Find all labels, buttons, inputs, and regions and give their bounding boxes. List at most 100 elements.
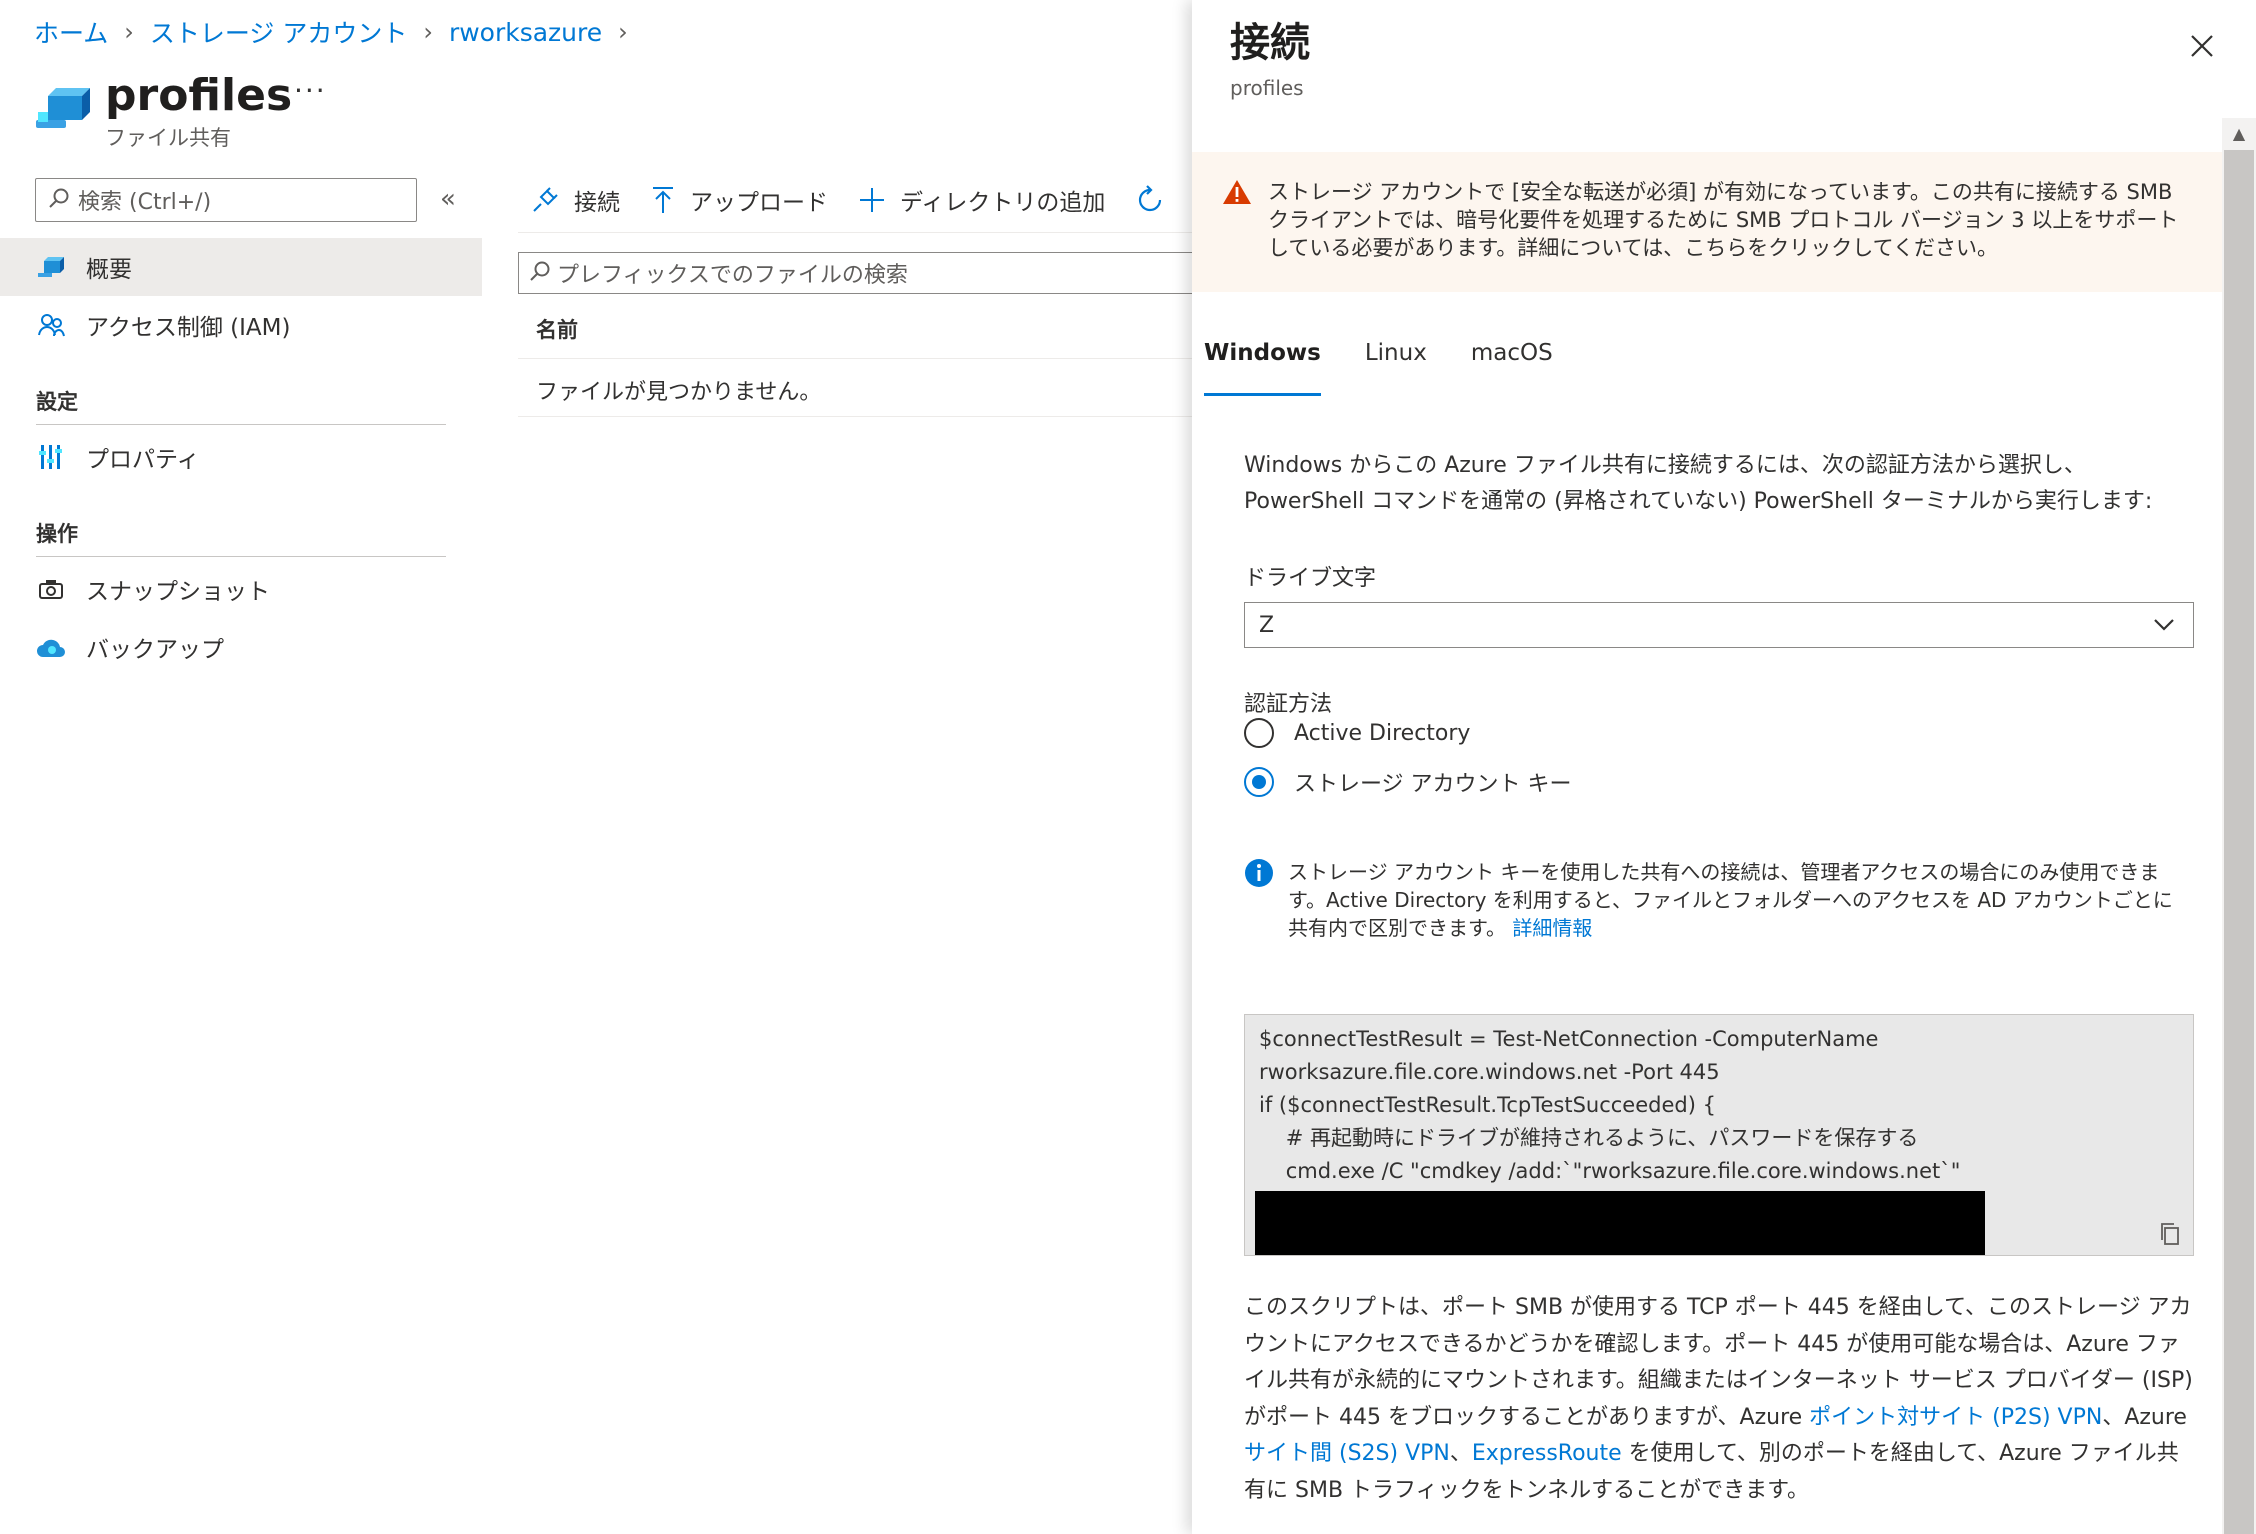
breadcrumb-rworksazure[interactable]: rworksazure xyxy=(449,18,602,47)
warning-banner: ストレージ アカウントで [安全な転送が必須] が有効になっています。この共有に… xyxy=(1192,152,2222,292)
drive-letter-label: ドライブ文字 xyxy=(1244,566,1377,591)
drive-letter-value: Z xyxy=(1259,612,1275,638)
table-divider xyxy=(518,358,1198,359)
s2s-vpn-link[interactable]: サイト間 (S2S) VPN xyxy=(1244,1441,1450,1466)
upload-icon xyxy=(650,185,676,215)
code-line: $connectTestResult = Test-NetConnection … xyxy=(1259,1027,1879,1051)
scroll-thumb[interactable] xyxy=(2224,150,2254,1534)
sidebar-item-backup[interactable]: バックアップ xyxy=(0,618,482,676)
sidebar-search-input[interactable]: 検索 (Ctrl+/) xyxy=(35,178,417,222)
people-icon xyxy=(36,310,66,340)
expressroute-link[interactable]: ExpressRoute xyxy=(1472,1441,1622,1466)
radio-button[interactable] xyxy=(1244,718,1274,748)
refresh-icon xyxy=(1135,185,1165,215)
sidebar-item-properties[interactable]: プロパティ xyxy=(0,428,482,486)
section-divider xyxy=(36,424,446,425)
snapshot-icon xyxy=(36,574,66,604)
connect-label: 接続 xyxy=(574,190,620,216)
chevron-right-icon: › xyxy=(423,18,433,46)
radio-button[interactable] xyxy=(1244,767,1274,797)
redacted-block xyxy=(1255,1191,1985,1255)
chevron-down-icon xyxy=(2153,613,2175,638)
tab-macos[interactable]: macOS xyxy=(1471,340,1553,396)
breadcrumb-storage-accounts[interactable]: ストレージ アカウント xyxy=(150,14,407,50)
sidebar-item-label: スナップショット xyxy=(86,579,270,605)
sidebar-item-label: アクセス制御 (IAM) xyxy=(86,315,291,341)
tab-linux[interactable]: Linux xyxy=(1365,340,1427,396)
chevron-right-icon: › xyxy=(618,18,628,46)
plus-icon xyxy=(858,186,886,214)
search-icon xyxy=(529,260,551,286)
search-icon xyxy=(48,187,70,213)
warning-text[interactable]: ストレージ アカウントで [安全な転送が必須] が有効になっています。この共有に… xyxy=(1268,178,2188,292)
code-line: # 再起動時にドライブが維持されるように、パスワードを保存する xyxy=(1259,1126,1919,1150)
connect-panel: 接続 profiles ▲ ストレージ アカウントで [安全な転送が必須] が有… xyxy=(1192,0,2256,1534)
collapse-sidebar-button[interactable]: « xyxy=(440,184,456,214)
radio-label: ストレージ アカウント キー xyxy=(1294,772,1572,797)
empty-message: ファイルが見つかりません。 xyxy=(536,380,822,405)
panel-scrollbar[interactable]: ▲ xyxy=(2222,118,2256,1534)
info-icon xyxy=(1244,858,1274,942)
drive-letter-dropdown[interactable]: Z xyxy=(1244,602,2194,648)
copy-icon xyxy=(2161,1223,2179,1245)
section-title-operations: 操作 xyxy=(36,522,78,546)
column-header-name[interactable]: 名前 xyxy=(536,314,578,344)
toolbar-divider xyxy=(518,232,1198,233)
description-text: 、Azure xyxy=(2102,1404,2187,1430)
warning-icon xyxy=(1222,178,1252,292)
sidebar-item-label: 概要 xyxy=(86,257,132,283)
file-search-placeholder: プレフィックスでのファイルの検索 xyxy=(557,263,908,288)
more-options-button[interactable]: ··· xyxy=(294,74,327,107)
panel-title: 接続 xyxy=(1230,20,1310,66)
add-directory-label: ディレクトリの追加 xyxy=(900,190,1106,216)
learn-more-link[interactable]: 詳細情報 xyxy=(1512,916,1592,940)
radio-storage-account-key[interactable]: ストレージ アカウント キー xyxy=(1244,766,1572,798)
auth-method-label: 認証方法 xyxy=(1244,692,1333,717)
breadcrumb-home[interactable]: ホーム xyxy=(34,14,108,50)
code-line: rworksazure.file.core.windows.net -Port … xyxy=(1259,1060,1720,1084)
powershell-code-box[interactable]: $connectTestResult = Test-NetConnection … xyxy=(1244,1014,2194,1256)
sidebar-item-overview[interactable]: 概要 xyxy=(0,238,482,296)
refresh-button[interactable] xyxy=(1135,185,1179,215)
info-message: ストレージ アカウント キーを使用した共有への接続は、管理者アクセスの場合にのみ… xyxy=(1244,858,2194,942)
panel-subtitle: profiles xyxy=(1230,76,1304,100)
os-tabs: Windows Linux macOS xyxy=(1204,340,1597,396)
code-line: if ($connectTestResult.TcpTestSucceeded)… xyxy=(1259,1093,1716,1117)
backup-cloud-icon xyxy=(36,632,66,662)
page-subtitle: ファイル共有 xyxy=(105,126,231,150)
info-text: ストレージ アカウント キーを使用した共有への接続は、管理者アクセスの場合にのみ… xyxy=(1288,858,2188,942)
close-button[interactable] xyxy=(2182,26,2222,66)
sidebar-item-label: バックアップ xyxy=(86,637,224,663)
sidebar-item-snapshots[interactable]: スナップショット xyxy=(0,560,482,618)
properties-icon xyxy=(36,442,66,472)
description-text: 、 xyxy=(1449,1441,1472,1466)
breadcrumb: ホーム › ストレージ アカウント › rworksazure › xyxy=(34,14,644,50)
sidebar-item-label: プロパティ xyxy=(86,447,200,473)
tab-windows[interactable]: Windows xyxy=(1204,340,1321,396)
plug-icon xyxy=(530,185,560,215)
p2s-vpn-link[interactable]: ポイント対サイト (P2S) VPN xyxy=(1809,1405,2102,1430)
chevron-right-icon: › xyxy=(124,18,134,46)
script-description: このスクリプトは、ポート SMB が使用する TCP ポート 445 を経由して… xyxy=(1244,1290,2194,1509)
section-divider xyxy=(36,556,446,557)
radio-active-directory[interactable]: Active Directory xyxy=(1244,718,1470,748)
file-share-icon xyxy=(36,252,66,282)
page-title: profiles xyxy=(105,70,293,121)
file-search-input[interactable]: プレフィックスでのファイルの検索 xyxy=(518,252,1198,294)
info-body: ストレージ アカウント キーを使用した共有への接続は、管理者アクセスの場合にのみ… xyxy=(1288,860,2173,940)
sidebar-item-iam[interactable]: アクセス制御 (IAM) xyxy=(0,296,482,354)
add-directory-button[interactable]: ディレクトリの追加 xyxy=(858,183,1105,217)
code-line: cmd.exe /C "cmdkey /add:`"rworksazure.fi… xyxy=(1259,1159,1961,1183)
radio-label: Active Directory xyxy=(1294,720,1471,746)
intro-text: Windows からこの Azure ファイル共有に接続するには、次の認証方法か… xyxy=(1244,453,2153,514)
upload-label: アップロード xyxy=(690,190,828,216)
copy-to-clipboard-button[interactable] xyxy=(2157,1221,2183,1247)
table-divider xyxy=(518,416,1198,417)
scroll-up-icon[interactable]: ▲ xyxy=(2222,118,2256,148)
connect-button[interactable]: 接続 xyxy=(530,183,620,217)
command-toolbar: 接続 アップロード ディレクトリの追加 xyxy=(530,176,1209,224)
file-share-icon xyxy=(34,82,92,134)
section-title-settings: 設定 xyxy=(36,390,78,414)
upload-button[interactable]: アップロード xyxy=(650,183,828,217)
sidebar-search-placeholder: 検索 (Ctrl+/) xyxy=(78,190,212,215)
